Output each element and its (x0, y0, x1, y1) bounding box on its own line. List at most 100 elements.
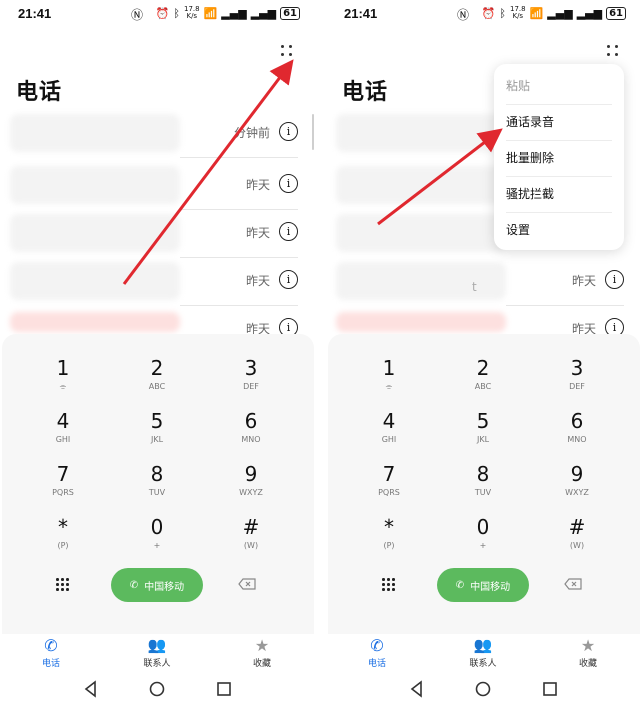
call-log-row[interactable]: t 昨天 i (326, 258, 640, 306)
key-5[interactable]: 5 JKL (112, 409, 202, 461)
key-0[interactable]: 0 + (438, 515, 528, 567)
key-star[interactable]: * (P) (344, 515, 434, 567)
battery-icon: 61 (606, 6, 626, 20)
key-digit: * (384, 515, 394, 539)
tab-label: 电话 (41, 659, 60, 669)
key-9[interactable]: 9 WXYZ (206, 462, 296, 514)
backspace-icon[interactable] (238, 578, 256, 590)
wifi-icon: 📶 (529, 6, 544, 20)
call-log-row[interactable]: 昨天 i (0, 210, 314, 258)
key-7[interactable]: 7 PQRS (344, 462, 434, 514)
key-4[interactable]: 4 GHI (18, 409, 108, 461)
bottom-tab-bar: ✆ 电话 👥 联系人 ★ 收藏 (0, 634, 314, 670)
key-1[interactable]: 1 ⌯ (18, 356, 108, 408)
menu-item-settings[interactable]: 设置 (506, 212, 612, 248)
key-letters: PQRS (52, 488, 74, 497)
more-options-icon[interactable] (280, 44, 294, 58)
key-6[interactable]: 6 MNO (206, 409, 296, 461)
key-2[interactable]: 2 ABC (438, 356, 528, 408)
phone-sim-icon: ✆ (129, 579, 139, 591)
call-time: 昨天 (245, 226, 270, 240)
tab-label: 联系人 (143, 659, 171, 669)
key-letters: DEF (569, 382, 585, 391)
key-hash[interactable]: # (W) (206, 515, 296, 567)
key-8[interactable]: 8 TUV (112, 462, 202, 514)
info-icon[interactable]: i (279, 222, 298, 241)
menu-item-spam-block[interactable]: 骚扰拦截 (506, 176, 612, 213)
bluetooth-icon: ᛒ (173, 6, 180, 20)
info-icon[interactable]: i (279, 174, 298, 193)
call-log-row[interactable]: 昨天 i (0, 162, 314, 210)
key-4[interactable]: 4 GHI (344, 409, 434, 461)
truncated-name: t (472, 280, 477, 294)
tab-contacts[interactable]: 👥 联系人 (127, 636, 187, 669)
key-star[interactable]: * (P) (18, 515, 108, 567)
blurred-contact (336, 114, 506, 152)
recents-icon[interactable] (217, 682, 231, 696)
key-0[interactable]: 0 + (112, 515, 202, 567)
blurred-contact (10, 262, 180, 300)
system-nav-bar (410, 680, 557, 698)
key-5[interactable]: 5 JKL (438, 409, 528, 461)
menu-item-batch-delete[interactable]: 批量删除 (506, 140, 612, 177)
key-letters: ABC (148, 382, 166, 391)
key-6[interactable]: 6 MNO (532, 409, 622, 461)
call-button-label: 中国移动 (144, 581, 185, 593)
blurred-contact (10, 114, 180, 152)
call-time: 昨天 (571, 274, 596, 288)
tab-favorites[interactable]: ★ 收藏 (558, 636, 618, 669)
key-3[interactable]: 3 DEF (532, 356, 622, 408)
tab-favorites[interactable]: ★ 收藏 (232, 636, 292, 669)
recents-icon[interactable] (543, 682, 557, 696)
info-icon[interactable]: i (279, 122, 298, 141)
home-icon[interactable] (149, 681, 165, 697)
system-nav-bar (84, 680, 231, 698)
tab-contacts[interactable]: 👥 联系人 (453, 636, 513, 669)
key-digit: 4 (382, 409, 396, 433)
bottom-tab-bar: ✆ 电话 👥 联系人 ★ 收藏 (326, 634, 640, 670)
key-hash[interactable]: # (W) (532, 515, 622, 567)
divider (180, 157, 298, 158)
key-letters: GHI (55, 435, 71, 444)
key-digit: 6 (570, 409, 584, 433)
contacts-icon: 👥 (147, 636, 167, 654)
key-letters: JKL (476, 435, 490, 444)
key-letters: GHI (381, 435, 397, 444)
menu-item-call-recording[interactable]: 通话录音 (506, 104, 612, 141)
call-log-row[interactable]: 分钟前 i (0, 110, 314, 158)
signal-icon-2: ▂▄▆ (576, 6, 603, 20)
key-letters: MNO (241, 435, 261, 444)
call-button[interactable]: ✆ 中国移动 (111, 568, 203, 602)
key-digit: 5 (150, 409, 164, 433)
call-log-row[interactable]: 昨天 i (0, 258, 314, 306)
blurred-contact (336, 262, 506, 300)
backspace-icon[interactable] (564, 578, 582, 590)
call-button[interactable]: ✆ 中国移动 (437, 568, 529, 602)
key-9[interactable]: 9 WXYZ (532, 462, 622, 514)
scrollbar[interactable] (312, 114, 314, 150)
tab-phone[interactable]: ✆ 电话 (21, 636, 81, 669)
key-letters: + (153, 541, 161, 550)
status-time: 21:41 (344, 6, 378, 21)
phone-screen-right: 21:41 Ⓝ ⏰ ᛒ 17.8 K/s 📶 ▂▄▆ ▂▄▆ 61 电话 t 昨… (326, 0, 640, 703)
key-7[interactable]: 7 PQRS (18, 462, 108, 514)
back-icon[interactable] (84, 680, 96, 698)
signal-icon-2: ▂▄▆ (250, 6, 277, 20)
blurred-contact (10, 166, 180, 204)
info-icon[interactable]: i (605, 270, 624, 289)
menu-item-paste[interactable]: 粘贴 (506, 68, 612, 105)
key-3[interactable]: 3 DEF (206, 356, 296, 408)
key-2[interactable]: 2 ABC (112, 356, 202, 408)
tab-phone[interactable]: ✆ 电话 (347, 636, 407, 669)
dialpad-toggle-icon[interactable] (56, 578, 70, 592)
key-letters: MNO (567, 435, 587, 444)
key-letters: (W) (243, 541, 259, 550)
more-options-icon[interactable] (606, 44, 620, 58)
key-1[interactable]: 1 ⌯ (344, 356, 434, 408)
back-icon[interactable] (410, 680, 422, 698)
info-icon[interactable]: i (279, 270, 298, 289)
home-icon[interactable] (475, 681, 491, 697)
key-8[interactable]: 8 TUV (438, 462, 528, 514)
dialpad-toggle-icon[interactable] (382, 578, 396, 592)
key-letters: TUV (148, 488, 166, 497)
